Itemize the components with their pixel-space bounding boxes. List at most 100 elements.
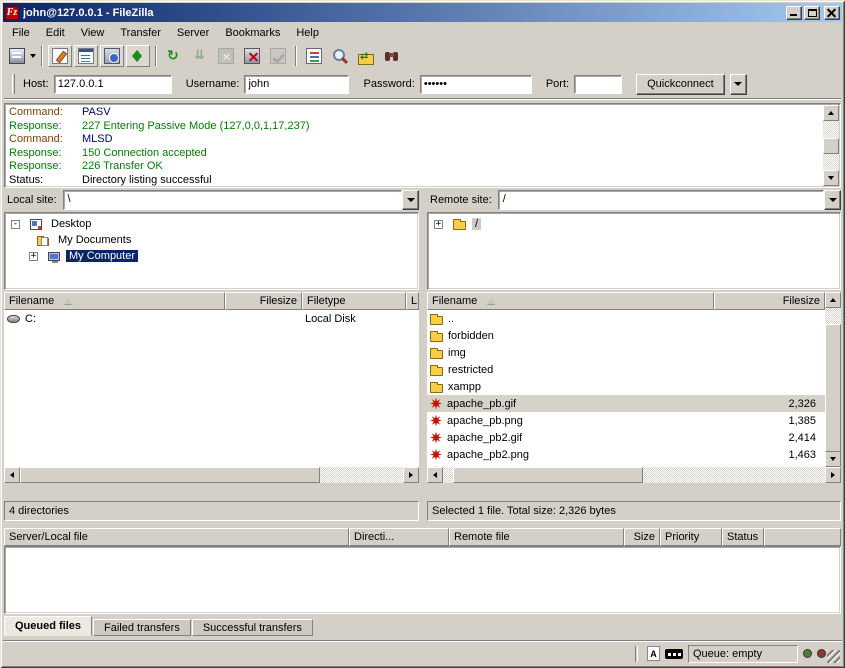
scrollbar-track[interactable] [825,308,841,451]
tab-queued-files[interactable]: Queued files [4,616,92,636]
tree-expander-minus[interactable]: - [11,220,20,229]
remote-site-value[interactable]: / [498,190,824,210]
tree-item-my-computer[interactable]: +My Computer [5,248,418,264]
filename-text: apache_pb.gif [447,398,516,410]
filter-button[interactable] [302,45,326,67]
maximize-button[interactable] [804,6,820,20]
cancel-button[interactable] [214,45,238,67]
remote-column-filename[interactable]: Filename [427,292,714,310]
scrollbar-track[interactable] [823,121,839,170]
local-column-filesize[interactable]: Filesize [225,292,302,310]
toggle-local-tree-button[interactable] [74,45,98,67]
menu-item-view[interactable]: View [73,25,113,41]
file-row-forbidden[interactable]: forbidden [427,327,825,344]
desktop-icon [30,219,42,230]
scroll-down-button[interactable] [825,451,841,467]
folder-icon [430,333,443,342]
queue-column-priority[interactable]: Priority [660,528,722,546]
local-site-combo[interactable]: \ [63,190,419,210]
reconnect-button[interactable] [266,45,290,67]
remote-site-combo[interactable]: / [498,190,841,210]
host-input[interactable] [54,75,172,94]
queue-column-size[interactable]: Size [624,528,660,546]
local-site-dropdown-button[interactable] [402,190,419,210]
remote-site-dropdown-button[interactable] [824,190,841,210]
tree-item-desktop[interactable]: -Desktop [5,216,418,232]
message-log-scrollbar[interactable] [823,105,839,186]
scroll-right-button[interactable] [403,467,419,483]
remote-vertical-scrollbar[interactable] [825,292,841,467]
local-site-value[interactable]: \ [63,190,402,210]
remote-column-filesize[interactable]: Filesize [714,292,825,310]
file-search-button[interactable] [328,45,352,67]
tree-expander-plus[interactable]: + [434,220,443,229]
scroll-up-button[interactable] [823,105,839,121]
scrollbar-thumb[interactable] [823,138,839,154]
column-label: L [411,295,417,307]
disconnect-button[interactable] [240,45,264,67]
site-manager-button[interactable] [9,45,36,67]
scrollbar-thumb[interactable] [453,467,643,483]
scroll-down-button[interactable] [823,170,839,186]
queue-column-directi[interactable]: Directi... [349,528,449,546]
scrollbar-thumb[interactable] [20,467,320,483]
resize-grip[interactable] [827,650,840,663]
menu-item-bookmarks[interactable]: Bookmarks [217,25,288,41]
tab-failed-transfers[interactable]: Failed transfers [93,619,191,636]
close-button[interactable] [824,6,840,20]
remote-horizontal-scrollbar[interactable] [427,467,841,483]
menu-item-file[interactable]: File [4,25,38,41]
menu-item-help[interactable]: Help [288,25,327,41]
scroll-right-button[interactable] [825,467,841,483]
scrollbar-thumb[interactable] [825,324,841,452]
local-column-last-modified[interactable]: L [406,292,419,310]
apache-icon [430,449,442,461]
tree-expander-plus[interactable]: + [29,252,38,261]
quickconnect-button[interactable]: Quickconnect [636,74,725,95]
queue-column-server-local-file[interactable]: Server/Local file [4,528,349,546]
toggle-message-log-button[interactable] [48,45,72,67]
queue-column-empty[interactable] [764,528,841,546]
scroll-left-button[interactable] [4,467,20,483]
toggle-remote-tree-button[interactable] [100,45,124,67]
port-input[interactable] [574,75,622,94]
tab-successful-transfers[interactable]: Successful transfers [192,619,313,636]
local-column-filename[interactable]: Filename [4,292,225,310]
menu-item-edit[interactable]: Edit [38,25,73,41]
password-input[interactable] [420,75,532,94]
file-row-apache-pb-gif[interactable]: apache_pb.gif2,326 [427,395,825,412]
tree-item-my-documents[interactable]: My Documents [5,232,418,248]
file-row-restricted[interactable]: restricted [427,361,825,378]
local-column-filetype[interactable]: Filetype [302,292,406,310]
local-horizontal-scrollbar[interactable] [4,467,419,483]
file-row-c[interactable]: C:Local Disk [4,310,419,327]
scroll-up-button[interactable] [825,292,841,308]
file-row-apache-pb-png[interactable]: apache_pb.png1,385 [427,412,825,429]
file-row-apache-pb2-gif[interactable]: apache_pb2.gif2,414 [427,429,825,446]
scroll-left-button[interactable] [427,467,443,483]
file-row-xampp[interactable]: xampp [427,378,825,395]
refresh-button[interactable] [162,45,186,67]
file-row-apache-pb2-png[interactable]: apache_pb2.png1,463 [427,446,825,463]
cancel-icon [218,48,234,64]
scrollbar-track[interactable] [20,467,403,483]
directory-comparison-button[interactable] [380,45,404,67]
dropdown-caret-icon[interactable] [30,54,36,58]
file-row-item[interactable]: .. [427,310,825,327]
quickconnect-dropdown-button[interactable] [730,74,747,95]
file-row-img[interactable]: img [427,344,825,361]
scrollbar-track[interactable] [443,467,825,483]
toggle-transfer-queue-button[interactable] [126,45,150,67]
queue-column-status[interactable]: Status [722,528,764,546]
local-site-bar: Local site: \ [4,190,419,210]
menu-item-transfer[interactable]: Transfer [112,25,169,41]
minimize-button[interactable] [786,6,802,20]
tree-item-item[interactable]: +/ [428,216,840,232]
process-queue-button[interactable] [188,45,212,67]
synchronized-browsing-button[interactable] [354,45,378,67]
remote-status-bar: Selected 1 file. Total size: 2,326 bytes [427,501,841,521]
apache-icon [430,398,442,410]
queue-column-remote-file[interactable]: Remote file [449,528,624,546]
username-input[interactable] [244,75,349,94]
menu-item-server[interactable]: Server [169,25,217,41]
